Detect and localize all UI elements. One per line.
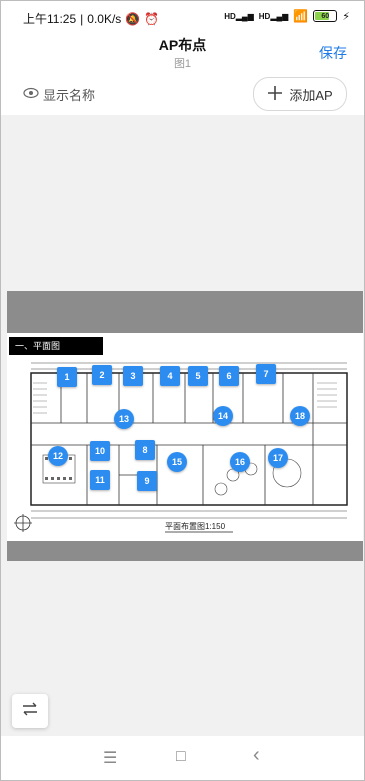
ap-marker-5[interactable]: 5 (188, 366, 208, 386)
status-speed: 0.0K/s (87, 11, 122, 26)
swap-arrows-icon (21, 702, 39, 721)
ap-marker-18[interactable]: 18 (290, 406, 310, 426)
floor-plan-canvas[interactable]: 一、平面图 平面布置图1:150 1 2 3 4 5 6 7 13 14 18 … (1, 115, 364, 736)
status-bar: 上午11:25 | 0.0K/s 🔕 ⏰ HD▂▄▆ HD▂▄▆ 📶 60 ⚡ (1, 1, 364, 29)
eye-icon (23, 87, 39, 102)
ap-marker-14[interactable]: 14 (213, 406, 233, 426)
add-ap-button[interactable]: 添加AP (253, 77, 347, 111)
status-right: HD▂▄▆ HD▂▄▆ 📶 60 ⚡ (224, 9, 350, 23)
ap-marker-3[interactable]: 3 (123, 366, 143, 386)
app-bar: AP布点 图1 保存 (1, 29, 364, 75)
back-icon[interactable]: ‹ (253, 744, 260, 767)
ap-marker-17[interactable]: 17 (268, 448, 288, 468)
plus-icon (267, 85, 283, 104)
show-name-label: 显示名称 (43, 88, 96, 103)
page-subtitle: 图1 (173, 58, 192, 70)
menu-icon[interactable]: ☰ (103, 748, 117, 768)
mute-icon: 🔕 (125, 11, 141, 26)
ap-marker-2[interactable]: 2 (92, 365, 112, 385)
signal-icon-2: HD▂▄▆ (258, 11, 289, 21)
ap-marker-16[interactable]: 16 (230, 452, 250, 472)
ap-marker-6[interactable]: 6 (219, 366, 239, 386)
swap-button[interactable] (12, 694, 48, 728)
ap-marker-10[interactable]: 10 (90, 441, 110, 461)
ap-marker-4[interactable]: 4 (160, 366, 180, 386)
ap-marker-11[interactable]: 11 (90, 470, 110, 490)
charging-icon: ⚡ (342, 10, 350, 23)
ap-marker-13[interactable]: 13 (114, 409, 134, 429)
ap-marker-15[interactable]: 15 (167, 452, 187, 472)
add-ap-label: 添加AP (289, 87, 333, 103)
system-nav-bar: ☰ □ ‹ (1, 736, 364, 780)
show-name-toggle[interactable]: 显示名称 (23, 85, 95, 104)
floor-plan-image: 一、平面图 平面布置图1:150 (7, 333, 363, 541)
home-icon[interactable]: □ (176, 748, 186, 766)
page-title: AP布点 (158, 37, 207, 53)
ap-marker-8[interactable]: 8 (135, 440, 155, 460)
wifi-icon: 📶 (293, 9, 309, 23)
plan-caption: 平面布置图1:150 (165, 521, 226, 531)
phone-frame: 上午11:25 | 0.0K/s 🔕 ⏰ HD▂▄▆ HD▂▄▆ 📶 60 ⚡ … (0, 0, 365, 781)
battery-icon: 60 (313, 10, 338, 22)
save-button[interactable]: 保存 (319, 43, 347, 63)
ap-marker-9[interactable]: 9 (137, 471, 157, 491)
signal-icon: HD▂▄▆ (224, 11, 254, 21)
status-time: 上午11:25 (23, 12, 77, 26)
ap-marker-7[interactable]: 7 (256, 364, 276, 384)
toolbar: 显示名称 添加AP (1, 75, 364, 115)
ap-marker-12[interactable]: 12 (48, 446, 68, 466)
section-title: 一、平面图 (15, 341, 60, 351)
alarm-icon: ⏰ (144, 11, 160, 26)
ap-marker-1[interactable]: 1 (57, 367, 77, 387)
status-left: 上午11:25 | 0.0K/s 🔕 ⏰ (23, 11, 160, 27)
